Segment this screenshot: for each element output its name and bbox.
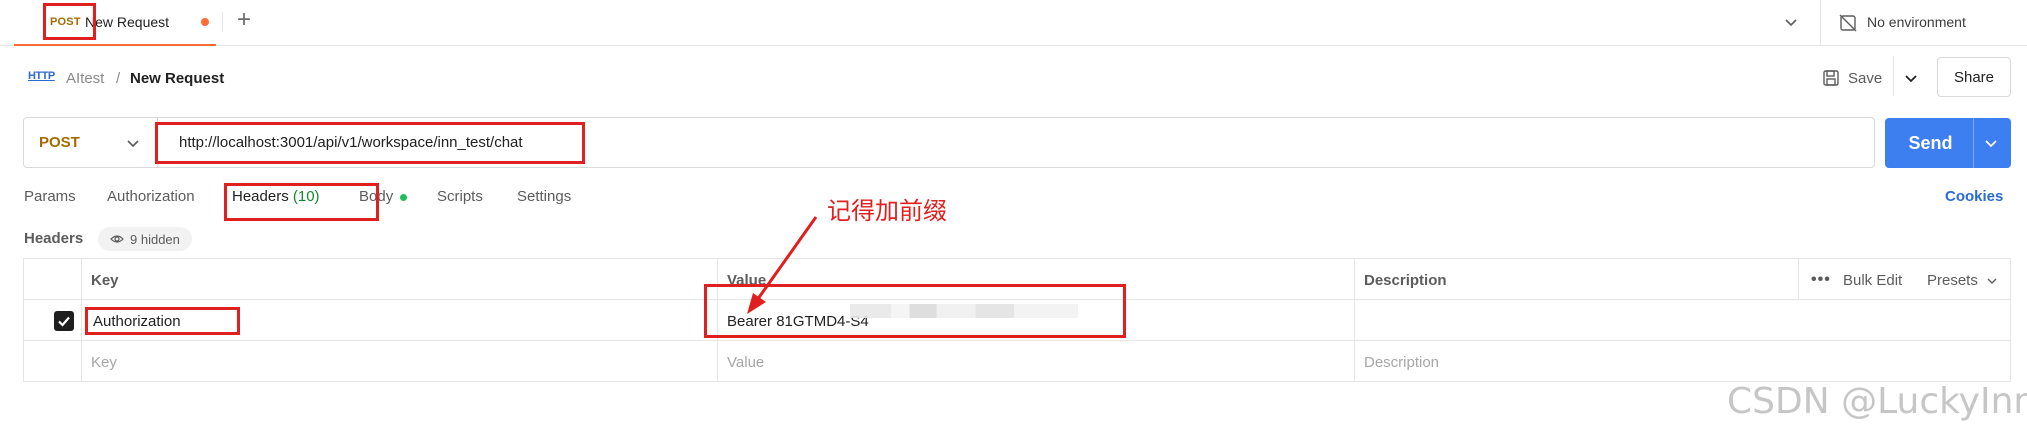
method-select[interactable]: POST <box>24 118 158 167</box>
checkmark-icon <box>58 316 70 327</box>
new-description-input[interactable]: Description <box>1364 354 1439 371</box>
more-options-icon[interactable]: ••• <box>1811 271 1831 289</box>
presets-chevron-down-icon <box>1987 278 1997 284</box>
new-value-input[interactable]: Value <box>727 354 764 371</box>
annotation-box-key <box>85 307 240 335</box>
tab-authorization[interactable]: Authorization <box>107 188 195 205</box>
column-header-key: Key <box>91 272 119 289</box>
hidden-headers-label: 9 hidden <box>130 231 180 247</box>
tab-title: New Request <box>85 14 170 30</box>
save-divider <box>1893 56 1894 96</box>
bulk-edit-button[interactable]: Bulk Edit <box>1843 272 1902 289</box>
method-chevron-down-icon <box>127 140 139 148</box>
save-icon <box>1823 70 1839 86</box>
presets-dropdown[interactable]: Presets <box>1927 272 1978 289</box>
http-request-icon: HTTP <box>28 70 55 82</box>
hidden-headers-toggle[interactable]: 9 hidden <box>98 227 192 251</box>
breadcrumb-collection[interactable]: AItest <box>66 70 104 87</box>
cookies-link[interactable]: Cookies <box>1945 188 2003 205</box>
send-button[interactable]: Send <box>1885 118 2011 168</box>
save-options-chevron-icon[interactable] <box>1903 70 1919 86</box>
new-tab-plus-icon[interactable]: + <box>232 8 256 33</box>
header-enabled-checkbox[interactable] <box>54 311 74 331</box>
method-label: POST <box>39 134 80 151</box>
breadcrumb-separator: / <box>116 70 121 87</box>
environment-selector[interactable]: No environment <box>1820 0 2027 46</box>
headers-section-title: Headers <box>24 230 84 247</box>
tabs-chevron-down-icon[interactable] <box>1783 14 1799 30</box>
unsaved-dot-icon <box>201 18 209 26</box>
tab-scripts[interactable]: Scripts <box>437 188 483 205</box>
save-button[interactable]: Save <box>1822 64 1882 92</box>
new-key-input[interactable]: Key <box>91 354 117 371</box>
eye-icon <box>110 235 124 243</box>
column-header-description: Description <box>1364 272 1447 289</box>
tab-bar: POST New Request + No environment <box>0 0 2027 46</box>
save-label: Save <box>1848 69 1883 87</box>
no-environment-icon <box>1839 14 1857 32</box>
send-options-chevron-icon[interactable] <box>1983 135 1999 151</box>
actions-divider <box>1798 259 1799 300</box>
annotation-box-value <box>704 284 1126 338</box>
annotation-box-url <box>155 122 585 164</box>
tab-divider <box>222 12 223 32</box>
tab-settings[interactable]: Settings <box>517 188 571 205</box>
share-button[interactable]: Share <box>1937 57 2011 97</box>
annotation-note: 记得加前缀 <box>827 197 947 225</box>
annotation-box-headers-tab <box>224 183 379 221</box>
watermark: CSDN @LuckyInn <box>1727 381 2027 422</box>
breadcrumb-request-name[interactable]: New Request <box>130 70 224 87</box>
send-divider <box>1973 118 1974 168</box>
annotation-box-tab-method <box>43 3 96 40</box>
table-row-empty: Key Value Description <box>24 341 2010 382</box>
tab-params[interactable]: Params <box>24 188 76 205</box>
environment-label: No environment <box>1867 14 1966 30</box>
send-label: Send <box>1908 132 1953 153</box>
body-status-dot-icon <box>400 194 407 201</box>
